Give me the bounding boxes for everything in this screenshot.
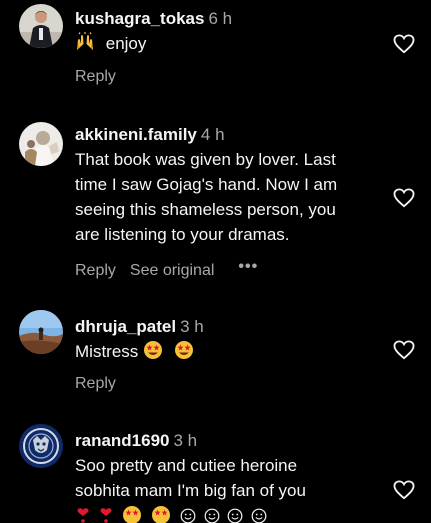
star-struck-emoji [123, 506, 142, 523]
comment-text: That book was given by lover. Last time … [75, 147, 380, 247]
comment-text-line: Soo pretty and cutiee heroine [75, 456, 298, 475]
comment-header: dhruja_patel 3 h [75, 316, 380, 338]
smiling-face-emoji [204, 508, 220, 523]
star-struck-emoji [152, 506, 171, 523]
smiling-face-emoji [180, 508, 196, 523]
username[interactable]: akkineni.family [75, 125, 197, 144]
smiling-face-emoji [228, 508, 243, 523]
avatar[interactable] [19, 310, 63, 354]
timestamp: 3 h [180, 317, 204, 336]
comment-text-line: time I saw Gojag's hand. Now I am [75, 175, 338, 194]
avatar[interactable] [19, 4, 63, 48]
star-struck-emoji [144, 341, 163, 359]
comment-actions: Reply [75, 66, 380, 88]
heart-exclamation-emoji [100, 508, 112, 523]
comment-text: enjoy [75, 31, 380, 56]
see-original-button[interactable]: See original [130, 260, 215, 282]
avatar-image [19, 4, 63, 48]
comment-actions: Reply See original ••• [75, 258, 380, 282]
avatar[interactable] [19, 424, 63, 468]
star-struck-emoji [174, 341, 193, 359]
username[interactable]: ranand1690 [75, 431, 170, 450]
smiling-face-emoji [251, 508, 267, 523]
reply-button[interactable]: Reply [75, 373, 116, 395]
avatar[interactable] [19, 122, 63, 166]
comment-text-content: enjoy [105, 34, 147, 53]
comment-text-line: seeing this shameless person, you [75, 200, 336, 219]
comment-text-line: sobhita mam I'm big fan of you [75, 481, 306, 500]
heart-outline-icon[interactable] [393, 188, 415, 208]
timestamp: 3 h [173, 431, 198, 450]
comment-text-line: are listening to your dramas. [75, 225, 290, 244]
heart-outline-icon[interactable] [393, 480, 415, 500]
raising-hands-emoji [77, 32, 93, 50]
comment-text: Soo pretty and cutiee heroine sobhita ma… [75, 453, 380, 503]
avatar-image [19, 424, 63, 468]
heart-outline-icon[interactable] [393, 340, 415, 360]
comment-text-line: That book was given by lover. Last [75, 150, 336, 169]
comment-actions: Reply [75, 373, 380, 395]
heart-exclamation-emoji [77, 508, 89, 523]
heart-outline-icon[interactable] [393, 34, 415, 54]
reply-button[interactable]: Reply [75, 260, 116, 282]
more-options-icon[interactable]: ••• [238, 256, 258, 278]
comment-emoji-row [75, 505, 380, 523]
comment-text-content: Mistress [75, 342, 139, 361]
timestamp: 6 h [208, 9, 233, 28]
username[interactable]: dhruja_patel [75, 317, 176, 336]
username[interactable]: kushagra_tokas [75, 9, 204, 28]
comment-text: Mistress [75, 339, 380, 364]
timestamp: 4 h [200, 125, 225, 144]
comment-header: ranand1690 3 h [75, 430, 380, 452]
comment-header: kushagra_tokas 6 h [75, 8, 380, 30]
comment-header: akkineni.family 4 h [75, 124, 380, 146]
avatar-image [19, 310, 63, 354]
reply-button[interactable]: Reply [75, 66, 116, 88]
avatar-image [19, 122, 63, 166]
